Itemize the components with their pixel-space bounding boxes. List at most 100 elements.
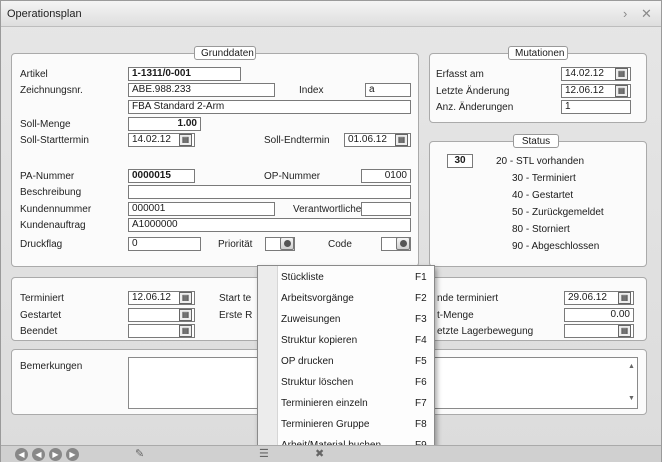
verantwortlicher-field[interactable] [361,202,411,216]
artikel-field[interactable]: 1-1311/0-001 [128,67,241,81]
op-nummer-field[interactable]: 0100 [361,169,411,183]
terminiert-label: Terminiert [20,293,64,304]
anz-aenderungen-label: Anz. Änderungen [436,102,514,113]
menu-item-shortcut: F1 [415,272,427,283]
menu-item-shortcut: F5 [415,356,427,367]
beschreibung-field[interactable] [128,185,411,199]
terminiert-value: 12.06.12 [132,292,171,303]
zeichnungsnr-field[interactable]: ABE.988.233 [128,83,275,97]
status-item: 20 - STL vorhanden [496,156,585,167]
soll-menge-field[interactable]: 1.00 [128,117,201,131]
dropdown-icon[interactable] [396,237,410,250]
calendar-icon[interactable]: ▦ [179,325,192,337]
menu-item-terminieren-gruppe[interactable]: Terminieren Gruppe F8 [279,415,434,435]
menu-item-struktur-kopieren[interactable]: Struktur kopieren F4 [279,331,434,351]
status-item: 50 - Zurückgemeldet [512,207,604,218]
anz-aenderungen-field[interactable]: 1 [561,100,631,114]
expand-icon[interactable]: › [623,6,627,21]
status-item: 40 - Gestartet [512,190,574,201]
previous-record-icon[interactable]: ◀ [32,448,45,461]
pa-nummer-label: PA-Nummer [20,171,75,182]
delete-icon[interactable]: ✖ [315,447,324,460]
erfasst-am-label: Erfasst am [436,69,484,80]
grunddaten-title: Grunddaten [194,46,256,60]
soll-endtermin-value: 01.06.12 [348,134,387,145]
erfasst-am-value: 14.02.12 [565,68,604,79]
letzte-aenderung-value: 12.06.12 [565,85,604,96]
menu-item-op-drucken[interactable]: OP drucken F5 [279,352,434,372]
menu-item-label: Terminieren einzeln [281,398,368,409]
calendar-icon[interactable]: ▦ [179,134,192,146]
menu-item-stueckliste[interactable]: Stückliste F1 [279,268,434,288]
menu-item-shortcut: F6 [415,377,427,388]
status-item: 80 - Storniert [512,224,570,235]
beschreibung-label: Beschreibung [20,187,82,198]
menu-item-shortcut: F7 [415,398,427,409]
soll-starttermin-value: 14.02.12 [132,134,171,145]
bottom-toolbar: ◀ ◀ ▶ ▶ ✎ ☰ ✖ [1,445,661,462]
context-menu: Stückliste F1 Arbeitsvorgänge F2 Zuweisu… [257,265,435,457]
calendar-icon[interactable]: ▦ [618,292,631,304]
zeichnungsnr-label: Zeichnungsnr. [20,85,83,96]
menu-item-label: Terminieren Gruppe [281,419,370,430]
next-record-icon[interactable]: ▶ [49,448,62,461]
ende-terminiert-value: 29.06.12 [568,292,607,303]
menu-item-terminieren-einzeln[interactable]: Terminieren einzeln F7 [279,394,434,414]
menu-item-label: OP drucken [281,356,334,367]
menu-item-shortcut: F3 [415,314,427,325]
calendar-icon[interactable]: ▦ [395,134,408,146]
edit-icon[interactable]: ✎ [135,447,144,460]
bezeichnung-field[interactable]: FBA Standard 2-Arm [128,100,411,114]
status-item: 90 - Abgeschlossen [512,241,600,252]
ist-menge-label: t-Menge [437,310,474,321]
first-record-icon[interactable]: ◀ [15,448,28,461]
close-icon[interactable]: ✕ [641,6,652,22]
druckflag-field[interactable]: 0 [128,237,201,251]
calendar-icon[interactable]: ▦ [179,292,192,304]
status-item: 30 - Terminiert [512,173,576,184]
letzte-lagerbewegung-label: etzte Lagerbewegung [437,326,534,337]
menu-item-label: Stückliste [281,272,324,283]
menu-item-label: Arbeitsvorgänge [281,293,354,304]
menu-item-struktur-loeschen[interactable]: Struktur löschen F6 [279,373,434,393]
calendar-icon[interactable]: ▦ [179,309,192,321]
status-title: Status [513,134,559,148]
code-label: Code [328,239,352,250]
gestartet-label: Gestartet [20,310,62,321]
operationsplan-window: Operationsplan › ✕ Grunddaten Artikel 1-… [0,0,662,462]
pa-nummer-field[interactable]: 0000015 [128,169,195,183]
beendet-label: Beendet [20,326,58,337]
op-nummer-label: OP-Nummer [264,171,321,182]
status-current-field[interactable]: 30 [447,154,473,168]
scroll-up-icon[interactable]: ▲ [628,363,635,370]
scroll-down-icon[interactable]: ▼ [628,395,635,402]
kundenauftrag-field[interactable]: A1000000 [128,218,411,232]
kundennummer-label: Kundennummer [20,204,92,215]
letzte-aenderung-label: Letzte Änderung [436,86,510,97]
index-field[interactable]: a [365,83,411,97]
window-title: Operationsplan [7,8,82,20]
artikel-label: Artikel [20,69,48,80]
menu-icon-strip [258,266,278,456]
dropdown-icon[interactable] [280,237,294,250]
soll-menge-label: Soll-Menge [20,119,71,130]
prioritaet-label: Priorität [218,239,253,250]
menu-item-label: Struktur kopieren [281,335,358,346]
calendar-icon[interactable]: ▦ [618,325,631,337]
menu-item-arbeitsvorgaenge[interactable]: Arbeitsvorgänge F2 [279,289,434,309]
kundennummer-field[interactable]: 000001 [128,202,275,216]
mutationen-title: Mutationen [508,46,568,60]
list-icon[interactable]: ☰ [259,447,269,460]
index-label: Index [299,85,324,96]
title-bar: Operationsplan › ✕ [1,1,661,27]
start-terminiert-label: Start te [219,293,252,304]
menu-item-label: Zuweisungen [281,314,341,325]
ist-menge-field[interactable]: 0.00 [564,308,634,322]
last-record-icon[interactable]: ▶ [66,448,79,461]
menu-item-label: Struktur löschen [281,377,354,388]
menu-item-zuweisungen[interactable]: Zuweisungen F3 [279,310,434,330]
soll-starttermin-label: Soll-Starttermin [20,135,89,146]
calendar-icon[interactable]: ▦ [615,68,628,80]
menu-item-shortcut: F8 [415,419,427,430]
calendar-icon[interactable]: ▦ [615,85,628,97]
